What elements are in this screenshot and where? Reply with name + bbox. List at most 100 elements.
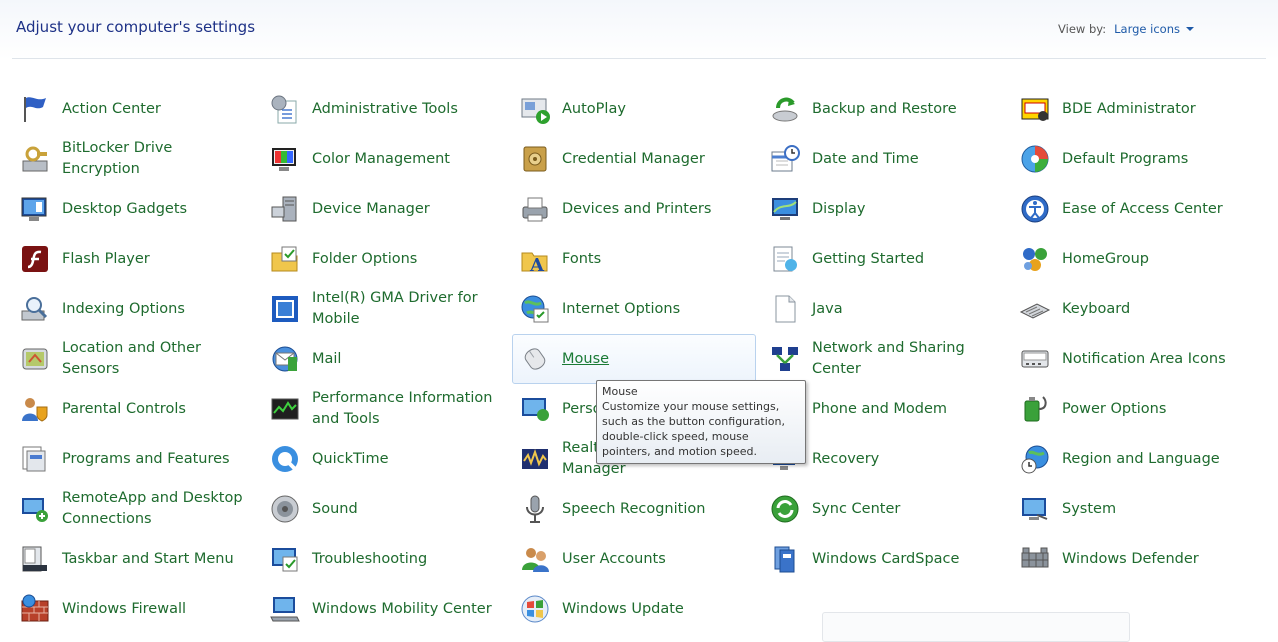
intel-icon	[268, 292, 302, 326]
tooltip-title: Mouse	[602, 385, 638, 398]
control-panel-item-performance-information-and-tools[interactable]: Performance Information and Tools	[262, 384, 506, 434]
control-panel-item-administrative-tools[interactable]: Administrative Tools	[262, 84, 506, 134]
control-panel-item-label: Flash Player	[62, 250, 150, 267]
tooltip-description: Customize your mouse settings, such as t…	[602, 400, 785, 458]
control-panel-item-location-and-other-sensors[interactable]: Location and Other Sensors	[12, 334, 256, 384]
control-panel-item-parental-controls[interactable]: Parental Controls	[12, 384, 256, 434]
control-panel-item-label: Notification Area Icons	[1062, 350, 1226, 367]
control-panel-item-bitlocker-drive-encryption[interactable]: BitLocker Drive Encryption	[12, 134, 256, 184]
control-panel-item-internet-options[interactable]: Internet Options	[512, 284, 756, 334]
control-panel-item-troubleshooting[interactable]: Troubleshooting	[262, 534, 506, 584]
fonts-icon: A	[518, 242, 552, 276]
control-panel-item-date-and-time[interactable]: Date and Time	[762, 134, 1006, 184]
control-panel-item-speech-recognition[interactable]: Speech Recognition	[512, 484, 756, 534]
control-panel-item-windows-cardspace[interactable]: Windows CardSpace	[762, 534, 1006, 584]
control-panel-item-devices-and-printers[interactable]: Devices and Printers	[512, 184, 756, 234]
default-programs-icon	[1018, 142, 1052, 176]
control-panel-item-label: Recovery	[812, 450, 880, 467]
control-panel-item-label: User Accounts	[562, 550, 666, 567]
control-panel-item-display[interactable]: Display	[762, 184, 1006, 234]
control-panel-item-autoplay[interactable]: AutoPlay	[512, 84, 756, 134]
view-by-dropdown[interactable]: Large icons	[1114, 22, 1194, 36]
control-panel-item-network-and-sharing-center[interactable]: Network and Sharing Center	[762, 334, 1006, 384]
control-panel-item-device-manager[interactable]: Device Manager	[262, 184, 506, 234]
flag-icon	[18, 92, 52, 126]
control-panel-item-desktop-gadgets[interactable]: Desktop Gadgets	[12, 184, 256, 234]
control-panel-item-default-programs[interactable]: Default Programs	[1012, 134, 1256, 184]
control-panel-item-label: System	[1062, 500, 1117, 517]
programs-icon	[18, 442, 52, 476]
control-panel-item-fonts[interactable]: A Fonts	[512, 234, 756, 284]
header-divider	[12, 58, 1266, 59]
control-panel-item-getting-started[interactable]: Getting Started	[762, 234, 1006, 284]
control-panel-item-sync-center[interactable]: Sync Center	[762, 484, 1006, 534]
control-panel-item-ease-of-access-center[interactable]: Ease of Access Center	[1012, 184, 1256, 234]
sync-icon	[768, 492, 802, 526]
control-panel-item-label: Sync Center	[812, 500, 901, 517]
notification-icon	[1018, 342, 1052, 376]
control-panel-item-windows-update[interactable]: Windows Update	[512, 584, 756, 634]
tooltip: Mouse Customize your mouse settings, suc…	[596, 380, 806, 464]
control-panel-item-remoteapp-and-desktop-connections[interactable]: RemoteApp and Desktop Connections	[12, 484, 256, 534]
control-panel-item-credential-manager[interactable]: Credential Manager	[512, 134, 756, 184]
taskbar-icon	[18, 542, 52, 576]
control-panel-item-region-and-language[interactable]: Region and Language	[1012, 434, 1256, 484]
control-panel-item-label: Getting Started	[812, 250, 925, 267]
control-panel-item-color-management[interactable]: Color Management	[262, 134, 506, 184]
control-panel-item-label: Credential Manager	[562, 150, 705, 167]
control-panel-item-user-accounts[interactable]: User Accounts	[512, 534, 756, 584]
firewall-icon	[18, 592, 52, 626]
control-panel-item-bde-administrator[interactable]: BDE Administrator	[1012, 84, 1256, 134]
keyboard-icon	[1018, 292, 1052, 326]
control-panel-item-label: Power Options	[1062, 400, 1167, 417]
mobility-icon	[268, 592, 302, 626]
view-by-label: View by:	[1058, 22, 1107, 36]
control-panel-item-windows-firewall[interactable]: Windows Firewall	[12, 584, 256, 634]
control-panel-item-label: Color Management	[312, 150, 450, 167]
mouse-icon	[518, 342, 552, 376]
control-panel-item-java[interactable]: Java	[762, 284, 1006, 334]
control-panel-item-notification-area-icons[interactable]: Notification Area Icons	[1012, 334, 1256, 384]
mail-icon	[268, 342, 302, 376]
control-panel-item-indexing-options[interactable]: Indexing Options	[12, 284, 256, 334]
control-panel-item-label: Folder Options	[312, 250, 418, 267]
control-panel-item-action-center[interactable]: Action Center	[12, 84, 256, 134]
control-panel-item-intel-r-gma-driver-for-mobile[interactable]: Intel(R) GMA Driver for Mobile	[262, 284, 506, 334]
control-panel-item-backup-and-restore[interactable]: Backup and Restore	[762, 84, 1006, 134]
speaker-icon	[268, 492, 302, 526]
header-bar: Adjust your computer's settings View by:…	[0, 0, 1278, 60]
microphone-icon	[518, 492, 552, 526]
control-panel-item-label: HomeGroup	[1062, 250, 1149, 267]
background-window-fragment	[822, 612, 1130, 642]
chevron-down-icon	[1186, 27, 1194, 31]
control-panel-item-label: Internet Options	[562, 300, 681, 317]
calendar-clock-icon	[768, 142, 802, 176]
control-panel-item-label: Administrative Tools	[312, 100, 458, 117]
control-panel-item-power-options[interactable]: Power Options	[1012, 384, 1256, 434]
control-panel-item-flash-player[interactable]: Flash Player	[12, 234, 256, 284]
control-panel-item-label: Windows Defender	[1062, 550, 1199, 567]
control-panel-item-sound[interactable]: Sound	[262, 484, 506, 534]
control-panel-item-label: Performance Information and Tools	[312, 390, 493, 427]
control-panel-item-quicktime[interactable]: QuickTime	[262, 434, 506, 484]
control-panel-item-windows-mobility-center[interactable]: Windows Mobility Center	[262, 584, 506, 634]
control-panel-item-taskbar-and-start-menu[interactable]: Taskbar and Start Menu	[12, 534, 256, 584]
control-panel-item-folder-options[interactable]: Folder Options	[262, 234, 506, 284]
display-icon	[768, 192, 802, 226]
control-panel-item-keyboard[interactable]: Keyboard	[1012, 284, 1256, 334]
control-panel-item-programs-and-features[interactable]: Programs and Features	[12, 434, 256, 484]
control-panel-item-label: Action Center	[62, 100, 161, 117]
control-panel-item-label: Keyboard	[1062, 300, 1131, 317]
homegroup-icon	[1018, 242, 1052, 276]
control-panel-item-homegroup[interactable]: HomeGroup	[1012, 234, 1256, 284]
control-panel-item-mouse[interactable]: Mouse	[512, 334, 756, 384]
control-panel-item-label: Windows Mobility Center	[312, 600, 492, 617]
control-panel-item-label: Desktop Gadgets	[62, 200, 188, 217]
backup-icon	[768, 92, 802, 126]
control-panel-item-mail[interactable]: Mail	[262, 334, 506, 384]
control-panel-item-label: Ease of Access Center	[1062, 200, 1223, 217]
control-panel-item-label: Mail	[312, 350, 342, 367]
control-panel-item-system[interactable]: System	[1012, 484, 1256, 534]
control-panel-item-windows-defender[interactable]: Windows Defender	[1012, 534, 1256, 584]
control-panel-item-label: Troubleshooting	[312, 550, 428, 567]
